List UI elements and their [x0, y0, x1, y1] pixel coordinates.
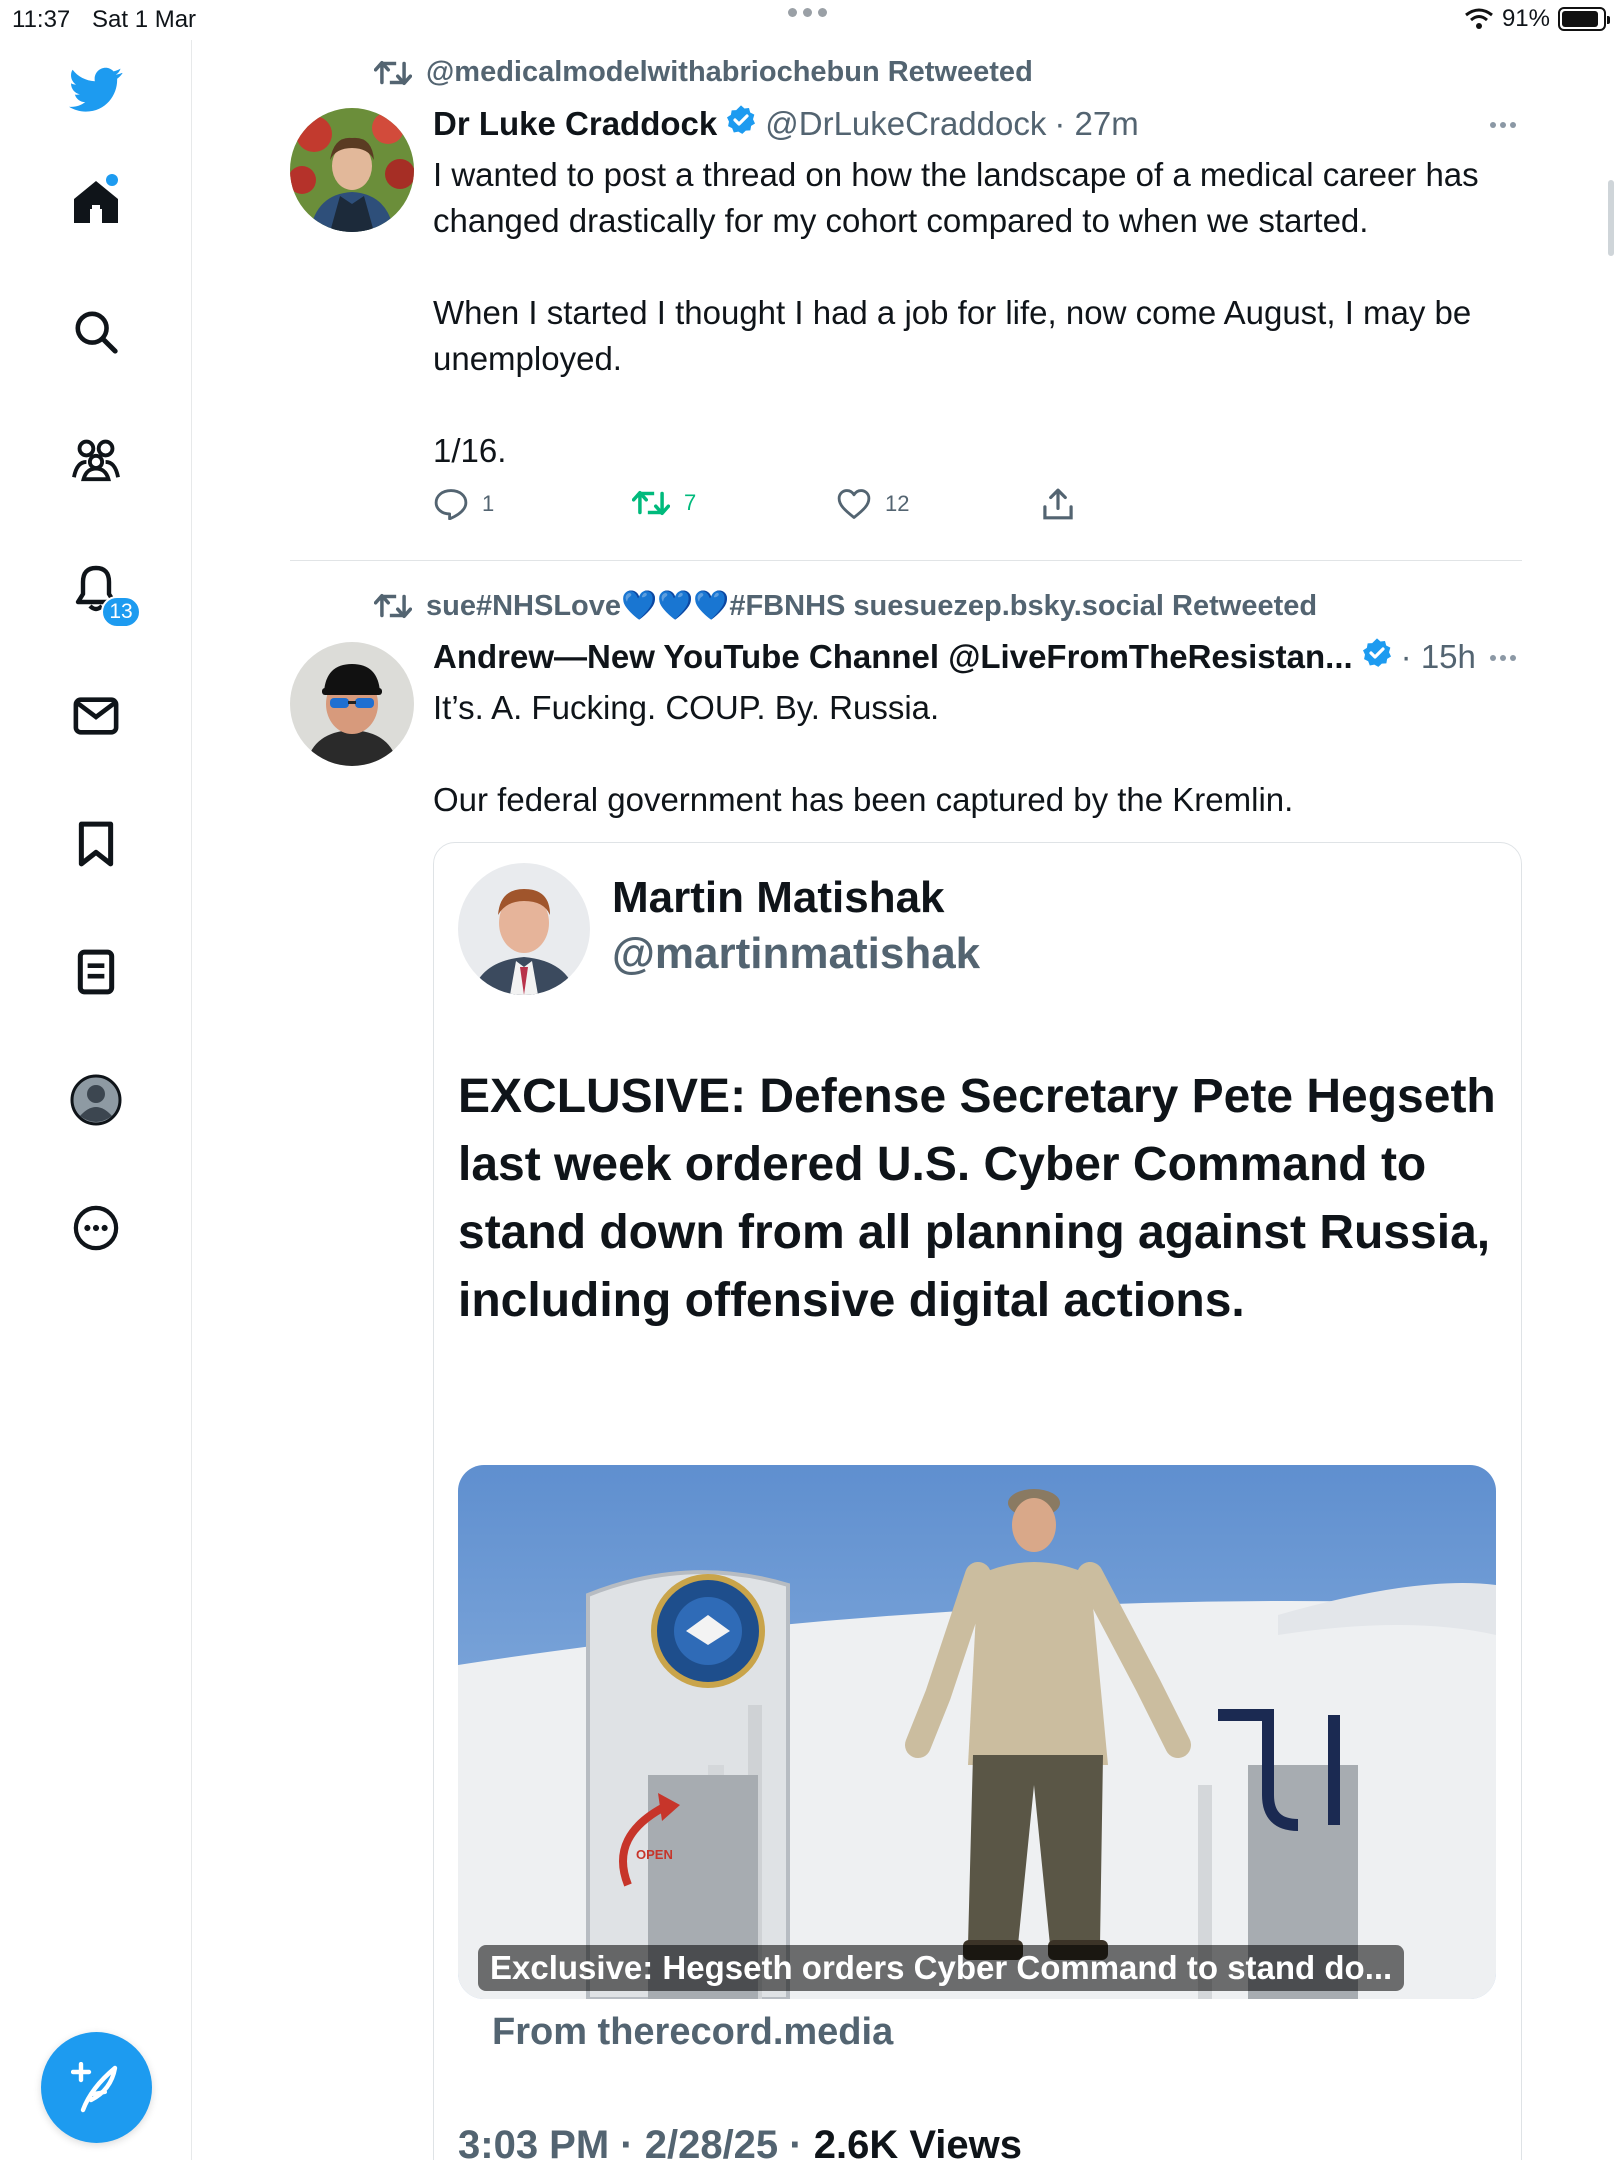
- verified-badge-icon: [1361, 637, 1393, 677]
- quoted-tweet-card[interactable]: Martin Matishak @martinmatishak EXCLUSIV…: [433, 842, 1522, 2160]
- compose-feather-icon: [70, 2061, 117, 2112]
- retweet-button[interactable]: 7: [632, 488, 696, 518]
- profile-avatar-icon[interactable]: [66, 1070, 126, 1130]
- tweet-header: Andrew—New YouTube Channel @LiveFromTheR…: [433, 637, 1476, 677]
- tweet-actions: 1 7 12: [432, 488, 1092, 528]
- retweet-icon: [632, 490, 670, 516]
- link-source[interactable]: From therecord.media: [492, 2011, 893, 2054]
- like-count: 12: [885, 491, 910, 516]
- compose-tweet-button[interactable]: [41, 2032, 152, 2143]
- battery-icon: [1558, 7, 1610, 31]
- door-open-label: OPEN: [636, 1847, 673, 1862]
- tweet-paragraph: 1/16.: [433, 432, 507, 469]
- tweet-text: I wanted to post a thread on how the lan…: [433, 152, 1523, 474]
- messages-envelope-icon[interactable]: [66, 686, 126, 746]
- status-bar: 11:37 Sat 1 Mar 91%: [0, 0, 1620, 40]
- retweet-count: 7: [684, 490, 697, 515]
- timeline-scrollbar[interactable]: [1608, 180, 1614, 256]
- communities-icon[interactable]: [66, 430, 126, 490]
- status-date: Sat 1 Mar: [92, 6, 197, 33]
- tweet-header: Dr Luke Craddock @DrLukeCraddock · 27m: [433, 104, 1139, 144]
- link-preview-image[interactable]: OPEN Exclusive: Hegseth orders Cyber Com…: [458, 1465, 1496, 1999]
- twitter-timeline-page: 11:37 Sat 1 Mar 91% 13 @medicalmodelwith…: [0, 0, 1620, 2160]
- share-button[interactable]: [1042, 488, 1074, 520]
- reply-count: 1: [482, 491, 495, 516]
- retweet-context: sue#NHSLove💙💙💙#FBNHS suesuezep.bsky.soci…: [374, 589, 1317, 623]
- tweet-text: It’s. A. Fucking. COUP. By. Russia. Our …: [433, 685, 1523, 823]
- status-time: 11:37: [12, 6, 71, 33]
- home-unread-dot: [106, 174, 118, 186]
- tweet-more-options-icon[interactable]: [1490, 122, 1516, 128]
- wifi-icon: [1465, 8, 1493, 29]
- author-handle[interactable]: @DrLukeCraddock: [765, 105, 1046, 143]
- avatar[interactable]: [290, 642, 414, 766]
- link-preview-title[interactable]: Exclusive: Hegseth orders Cyber Command …: [478, 1945, 1405, 1991]
- tweet-time[interactable]: · 15h: [1401, 638, 1476, 676]
- tweet-more-options-icon[interactable]: [1490, 655, 1516, 661]
- like-button[interactable]: 12: [837, 488, 909, 520]
- tweet-paragraph: Our federal government has been captured…: [433, 781, 1294, 818]
- quoted-tweet-meta: 3:03 PM · 2/28/25 · 2.6K Views: [458, 2123, 1022, 2160]
- retweet-small-icon: [374, 60, 412, 85]
- quoted-author-avatar[interactable]: [458, 863, 590, 995]
- author-name[interactable]: Andrew—New YouTube Channel @LiveFromTheR…: [433, 638, 1353, 676]
- search-icon[interactable]: [66, 302, 126, 362]
- retweet-context: @medicalmodelwithabriochebun Retweeted: [374, 56, 1033, 89]
- avatar[interactable]: [290, 108, 414, 232]
- battery-percent: 91%: [1501, 5, 1550, 32]
- tweet-paragraph: It’s. A. Fucking. COUP. By. Russia.: [433, 689, 940, 726]
- verified-badge-icon: [725, 104, 757, 144]
- quoted-tweet-timestamp: 3:03 PM · 2/28/25 ·: [458, 2123, 814, 2160]
- bookmark-icon[interactable]: [66, 814, 126, 874]
- retweeted-by-text[interactable]: @medicalmodelwithabriochebun Retweeted: [426, 56, 1033, 89]
- share-icon: [1043, 488, 1073, 520]
- quoted-author-handle[interactable]: @martinmatishak: [612, 929, 980, 979]
- heart-icon: [837, 489, 871, 519]
- multitasking-dots-icon[interactable]: [788, 8, 827, 17]
- quoted-tweet-headline: EXCLUSIVE: Defense Secretary Pete Hegset…: [458, 1070, 1496, 1327]
- notifications-badge: 13: [101, 596, 141, 628]
- reply-button[interactable]: 1: [434, 488, 494, 520]
- sidebar-nav: 13: [0, 40, 192, 2160]
- quoted-author-name[interactable]: Martin Matishak: [612, 873, 945, 923]
- twitter-bird-icon[interactable]: [66, 60, 126, 120]
- tweet-time[interactable]: · 27m: [1054, 105, 1138, 143]
- author-name[interactable]: Dr Luke Craddock: [433, 105, 717, 143]
- retweeted-by-text[interactable]: sue#NHSLove💙💙💙#FBNHS suesuezep.bsky.soci…: [426, 589, 1317, 623]
- retweet-small-icon: [374, 593, 412, 619]
- quoted-tweet-views: 2.6K Views: [813, 2123, 1023, 2160]
- tweet-paragraph: I wanted to post a thread on how the lan…: [433, 156, 1479, 239]
- tweet-paragraph: When I started I thought I had a job for…: [433, 294, 1472, 377]
- reply-icon: [434, 489, 468, 520]
- status-right: 91%: [1464, 5, 1610, 33]
- tweet-divider: [290, 560, 1522, 561]
- more-circle-icon[interactable]: [66, 1198, 126, 1258]
- lists-icon[interactable]: [66, 942, 126, 1002]
